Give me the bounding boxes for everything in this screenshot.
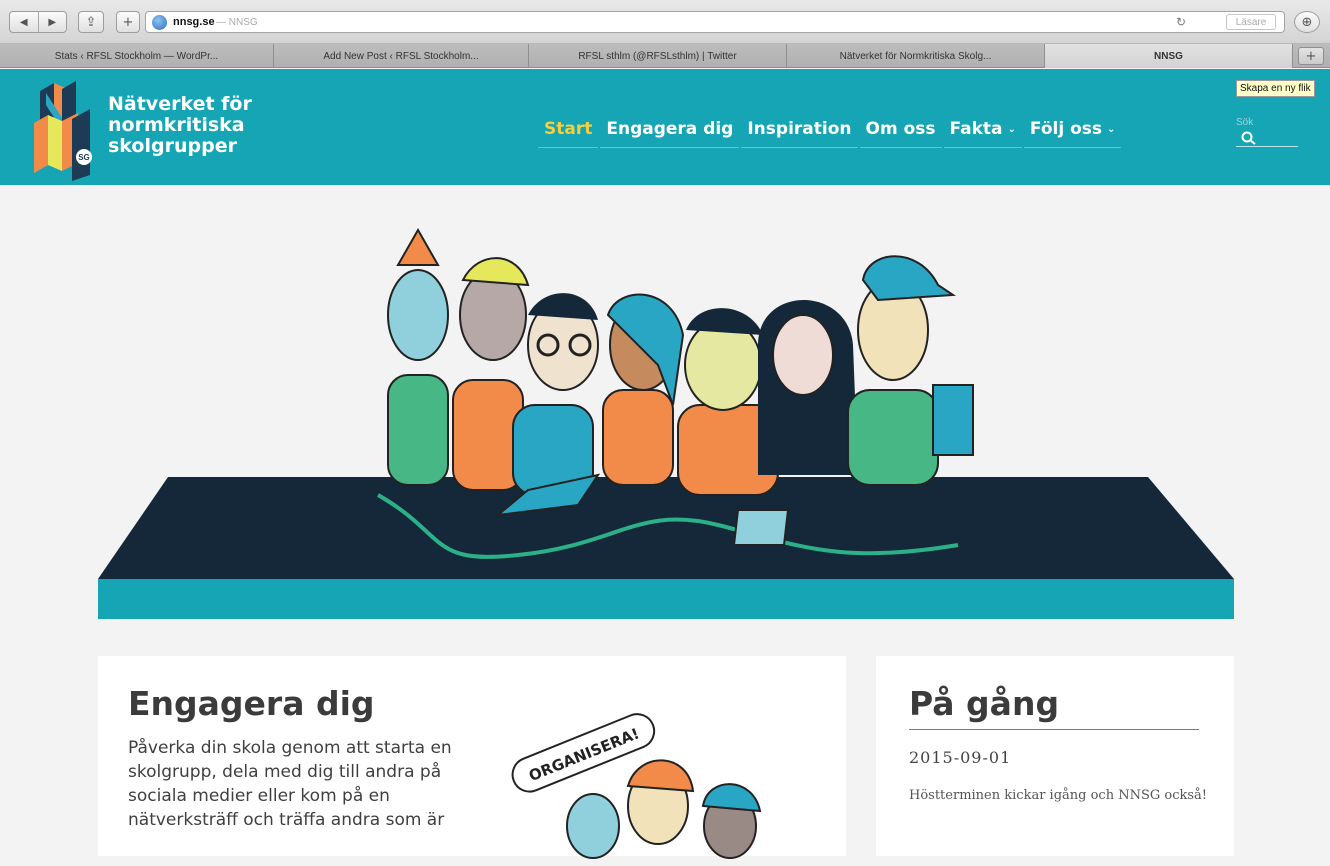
nav-engagera-dig[interactable]: Engagera dig xyxy=(600,119,740,148)
nav-start-label: Start xyxy=(544,119,593,139)
chevron-down-icon: ⌄ xyxy=(1007,124,1016,135)
reader-button[interactable]: Läsare xyxy=(1226,14,1276,30)
nav-fakta-label: Fakta xyxy=(949,119,1003,139)
nav-om-oss[interactable]: Om oss xyxy=(859,119,942,148)
search-placeholder: Sök xyxy=(1236,117,1254,128)
new-tab-tooltip: Skapa en ny flik xyxy=(1236,80,1315,97)
engage-title[interactable]: Engagera dig xyxy=(128,684,375,723)
news-title: På gång xyxy=(909,684,1199,730)
history-buttons: ◀ ▶ xyxy=(9,11,67,33)
person-1 xyxy=(387,227,449,486)
add-bookmark-button[interactable]: + xyxy=(116,11,140,33)
url-host: nnsg.se xyxy=(173,16,215,28)
nav-om-oss-label: Om oss xyxy=(865,119,936,139)
news-item-link[interactable]: Höstterminen kickar igång och NNSG också… xyxy=(909,784,1209,807)
back-button[interactable]: ◀ xyxy=(10,12,39,32)
engage-card: Engagera dig Påverka din skola genom att… xyxy=(98,656,846,859)
tab-bar: Stats ‹ RFSL Stockholm — WordPr... Add N… xyxy=(0,44,1330,68)
chevron-down-icon: ⌄ xyxy=(1107,124,1116,135)
search-input[interactable]: Sök xyxy=(1236,117,1298,147)
logo-line-2: normkritiska xyxy=(108,114,245,136)
nav-folj-oss[interactable]: Följ oss ⌄ xyxy=(1023,119,1122,148)
search-icon[interactable] xyxy=(1241,131,1257,145)
downloads-button[interactable]: ⊕ xyxy=(1294,11,1320,33)
browser-toolbar: ◀ ▶ ⇪ + nnsg.se — NNSG ↻ Läsare ⊕ xyxy=(0,0,1330,44)
nav-inspiration-label: Inspiration xyxy=(747,119,852,139)
tab-stats[interactable]: Stats ‹ RFSL Stockholm — WordPr... xyxy=(0,44,274,68)
news-date: 2015-09-01 xyxy=(909,748,1012,767)
person-6 xyxy=(758,300,858,475)
hero-illustration xyxy=(98,227,1234,619)
engage-text: Påverka din skola genom att starta en sk… xyxy=(128,738,452,830)
person-4 xyxy=(602,293,685,486)
nav-inspiration[interactable]: Inspiration xyxy=(741,119,858,148)
address-bar[interactable]: nnsg.se — NNSG ↻ Läsare xyxy=(145,11,1285,33)
site-header: SG Nätverket för normkritiska skolgruppe… xyxy=(0,69,1330,185)
tab-nnsg[interactable]: NNSG xyxy=(1045,44,1293,68)
url-page-title: — NNSG xyxy=(216,17,258,28)
nnsg-logo-icon[interactable]: SG xyxy=(32,79,102,181)
news-card: På gång 2015-09-01 Höstterminen kickar i… xyxy=(876,656,1234,856)
nav-start[interactable]: Start xyxy=(538,119,599,148)
organise-illustration: ORGANISERA! xyxy=(511,713,762,859)
logo-line-3: skolgrupper xyxy=(108,135,237,157)
svg-text:SG: SG xyxy=(78,153,90,162)
logo-line-1: Nätverket för xyxy=(108,93,252,115)
tab-add-new-post[interactable]: Add New Post ‹ RFSL Stockholm... xyxy=(274,44,529,68)
nav-folj-oss-label: Följ oss xyxy=(1029,119,1102,139)
nav-fakta[interactable]: Fakta ⌄ xyxy=(943,119,1022,148)
main-nav: Start Engagera dig Inspiration Om oss Fa… xyxy=(538,119,1123,148)
person-7 xyxy=(847,255,974,486)
forward-button[interactable]: ▶ xyxy=(39,12,67,32)
tab-twitter[interactable]: RFSL sthlm (@RFSLsthlm) | Twitter xyxy=(529,44,787,68)
share-button[interactable]: ⇪ xyxy=(78,11,104,33)
reload-icon[interactable]: ↻ xyxy=(1176,15,1186,29)
new-tab-button[interactable]: + xyxy=(1298,47,1324,65)
tab-natverket[interactable]: Nätverket för Normkritiska Skolg... xyxy=(787,44,1045,68)
nav-engagera-dig-label: Engagera dig xyxy=(606,119,734,139)
globe-icon xyxy=(152,15,167,30)
site-logo-text[interactable]: Nätverket för normkritiska skolgrupper xyxy=(108,94,252,157)
